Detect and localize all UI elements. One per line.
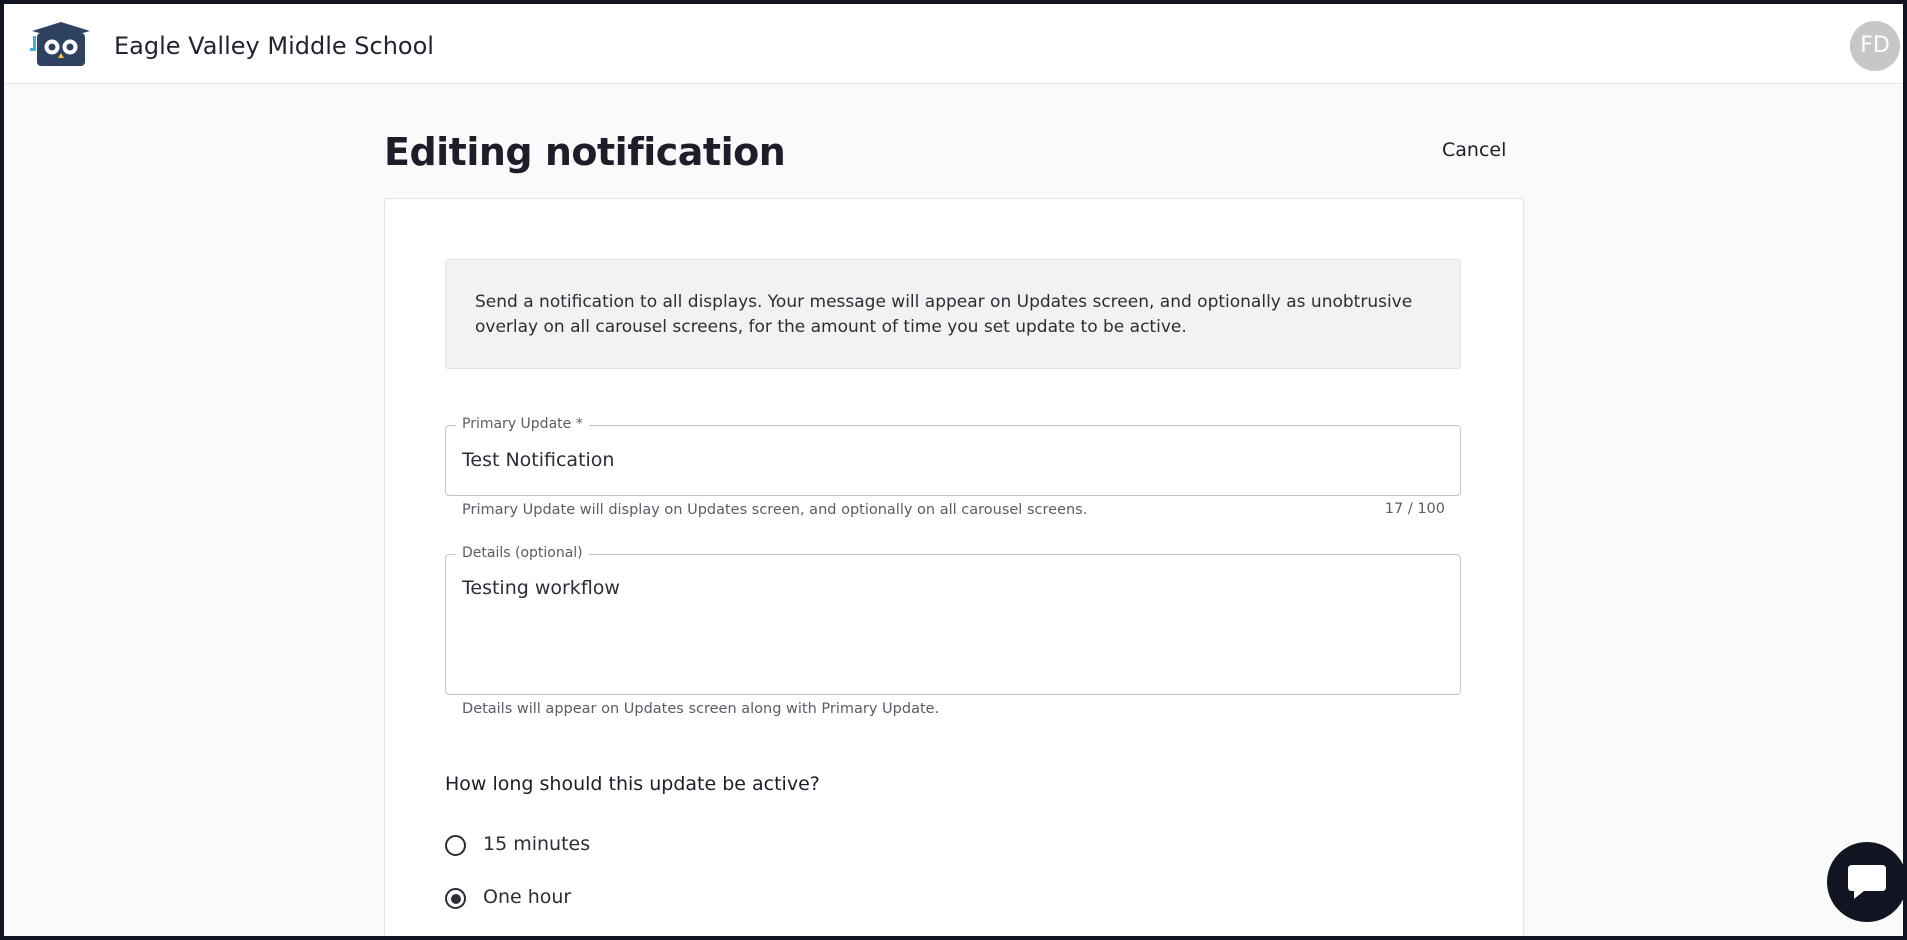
radio-button-checked[interactable] (445, 888, 466, 909)
character-counter: 17 / 100 (1384, 501, 1445, 517)
primary-update-helper: Primary Update will display on Updates s… (462, 502, 1088, 518)
top-bar: Eagle Valley Middle School FD (4, 4, 1903, 84)
info-message: Send a notification to all displays. You… (445, 259, 1461, 369)
school-name: Eagle Valley Middle School (114, 32, 434, 60)
details-label: Details (optional) (456, 545, 589, 561)
radio-label: One hour (483, 886, 572, 908)
details-helper: Details will appear on Updates screen al… (462, 701, 940, 717)
duration-question: How long should this update be active? (445, 773, 820, 795)
notification-form-card: Send a notification to all displays. You… (384, 198, 1524, 936)
radio-label: 15 minutes (483, 833, 591, 855)
primary-update-field[interactable]: Primary Update * Test Notification (445, 416, 1461, 496)
primary-update-input[interactable]: Test Notification (462, 449, 614, 471)
page-title: Editing notification (384, 130, 786, 174)
radio-button-unchecked[interactable] (445, 835, 466, 856)
primary-update-label: Primary Update * (456, 416, 589, 432)
app-window: Eagle Valley Middle School FD Editing no… (4, 4, 1903, 936)
cancel-button[interactable]: Cancel (1442, 139, 1506, 161)
chat-bubble-icon (1848, 865, 1886, 899)
details-field[interactable]: Details (optional) Testing workflow (445, 545, 1461, 695)
user-avatar[interactable]: FD (1850, 21, 1900, 71)
chat-button[interactable] (1827, 842, 1903, 922)
owl-graduation-cap-icon[interactable] (30, 20, 92, 70)
details-textarea[interactable]: Testing workflow (462, 577, 620, 599)
